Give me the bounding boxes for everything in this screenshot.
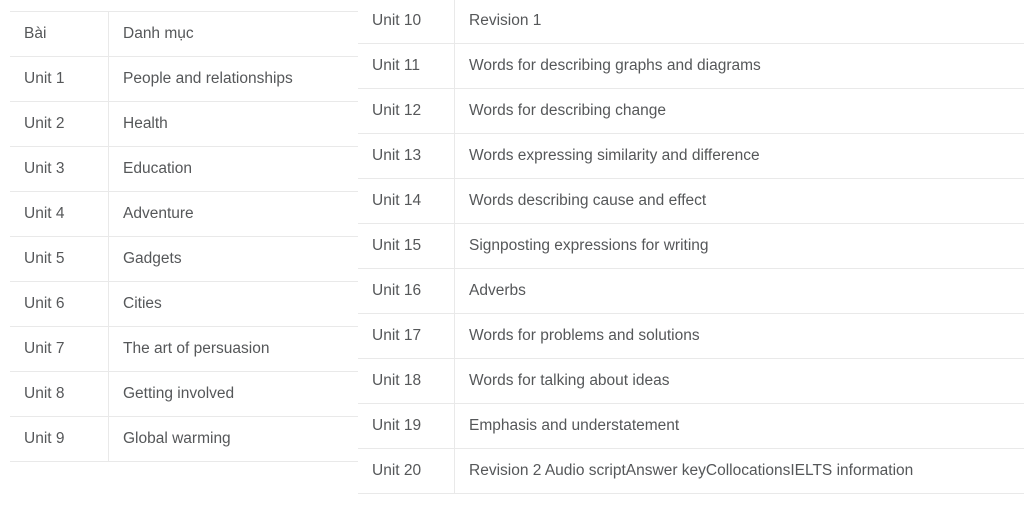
topic-label: Words for describing change xyxy=(454,88,1024,134)
unit-label: Unit 17 xyxy=(358,313,455,359)
topic-label: Words for problems and solutions xyxy=(454,313,1024,359)
left-table-body: Bài Danh mục Unit 1 People and relations… xyxy=(10,11,373,462)
topic-label: Health xyxy=(108,101,373,147)
table-row: Unit 12 Words for describing change xyxy=(358,88,1024,134)
table-row: Unit 19 Emphasis and understatement xyxy=(358,403,1024,449)
table-row: Unit 14 Words describing cause and effec… xyxy=(358,178,1024,224)
unit-label: Unit 4 xyxy=(10,191,109,237)
unit-label: Unit 12 xyxy=(358,88,455,134)
unit-label: Unit 5 xyxy=(10,236,109,282)
unit-label: Unit 10 xyxy=(358,0,455,44)
topic-label: People and relationships xyxy=(108,56,373,102)
topic-label: Revision 2 Audio scriptAnswer keyColloca… xyxy=(454,448,1024,494)
table-row: Unit 3 Education xyxy=(10,146,373,192)
unit-label: Unit 7 xyxy=(10,326,109,372)
unit-label: Unit 13 xyxy=(358,133,455,179)
topic-label: Adventure xyxy=(108,191,373,237)
topic-label: Cities xyxy=(108,281,373,327)
unit-label: Unit 20 xyxy=(358,448,455,494)
table-row: Unit 4 Adventure xyxy=(10,191,373,237)
contents-table-units-10-20: Unit 10 Revision 1 Unit 11 Words for des… xyxy=(358,0,1024,494)
table-row: Unit 8 Getting involved xyxy=(10,371,373,417)
right-table-body: Unit 10 Revision 1 Unit 11 Words for des… xyxy=(358,0,1024,494)
table-row: Unit 5 Gadgets xyxy=(10,236,373,282)
table-row: Unit 9 Global warming xyxy=(10,416,373,462)
table-row: Unit 6 Cities xyxy=(10,281,373,327)
topic-label: Words expressing similarity and differen… xyxy=(454,133,1024,179)
unit-label: Unit 2 xyxy=(10,101,109,147)
table-row: Unit 17 Words for problems and solutions xyxy=(358,313,1024,359)
unit-label: Unit 14 xyxy=(358,178,455,224)
table-row: Unit 2 Health xyxy=(10,101,373,147)
column-header-topic: Danh mục xyxy=(108,11,373,57)
topic-label: Signposting expressions for writing xyxy=(454,223,1024,269)
left-contents-table-container: Bài Danh mục Unit 1 People and relations… xyxy=(10,11,373,462)
topic-label: Global warming xyxy=(108,416,373,462)
table-row: Unit 7 The art of persuasion xyxy=(10,326,373,372)
unit-label: Unit 16 xyxy=(358,268,455,314)
unit-label: Unit 8 xyxy=(10,371,109,417)
topic-label: Words describing cause and effect xyxy=(454,178,1024,224)
topic-label: Adverbs xyxy=(454,268,1024,314)
table-row: Unit 16 Adverbs xyxy=(358,268,1024,314)
unit-label: Unit 1 xyxy=(10,56,109,102)
table-header-row: Bài Danh mục xyxy=(10,11,373,57)
unit-label: Unit 9 xyxy=(10,416,109,462)
table-row: Unit 13 Words expressing similarity and … xyxy=(358,133,1024,179)
table-row: Unit 1 People and relationships xyxy=(10,56,373,102)
table-row: Unit 18 Words for talking about ideas xyxy=(358,358,1024,404)
topic-label: Education xyxy=(108,146,373,192)
topic-label: Words for describing graphs and diagrams xyxy=(454,43,1024,89)
right-contents-table-container: Unit 10 Revision 1 Unit 11 Words for des… xyxy=(358,0,1024,494)
topic-label: Words for talking about ideas xyxy=(454,358,1024,404)
unit-label: Unit 19 xyxy=(358,403,455,449)
unit-label: Unit 11 xyxy=(358,43,455,89)
table-row: Unit 10 Revision 1 xyxy=(358,0,1024,44)
unit-label: Unit 15 xyxy=(358,223,455,269)
table-row: Unit 11 Words for describing graphs and … xyxy=(358,43,1024,89)
column-header-unit: Bài xyxy=(10,11,109,57)
topic-label: Revision 1 xyxy=(454,0,1024,44)
table-row: Unit 20 Revision 2 Audio scriptAnswer ke… xyxy=(358,448,1024,494)
contents-table-units-1-9: Bài Danh mục Unit 1 People and relations… xyxy=(10,11,373,462)
topic-label: Gadgets xyxy=(108,236,373,282)
unit-label: Unit 6 xyxy=(10,281,109,327)
unit-label: Unit 18 xyxy=(358,358,455,404)
topic-label: Getting involved xyxy=(108,371,373,417)
unit-label: Unit 3 xyxy=(10,146,109,192)
topic-label: The art of persuasion xyxy=(108,326,373,372)
topic-label: Emphasis and understatement xyxy=(454,403,1024,449)
table-row: Unit 15 Signposting expressions for writ… xyxy=(358,223,1024,269)
